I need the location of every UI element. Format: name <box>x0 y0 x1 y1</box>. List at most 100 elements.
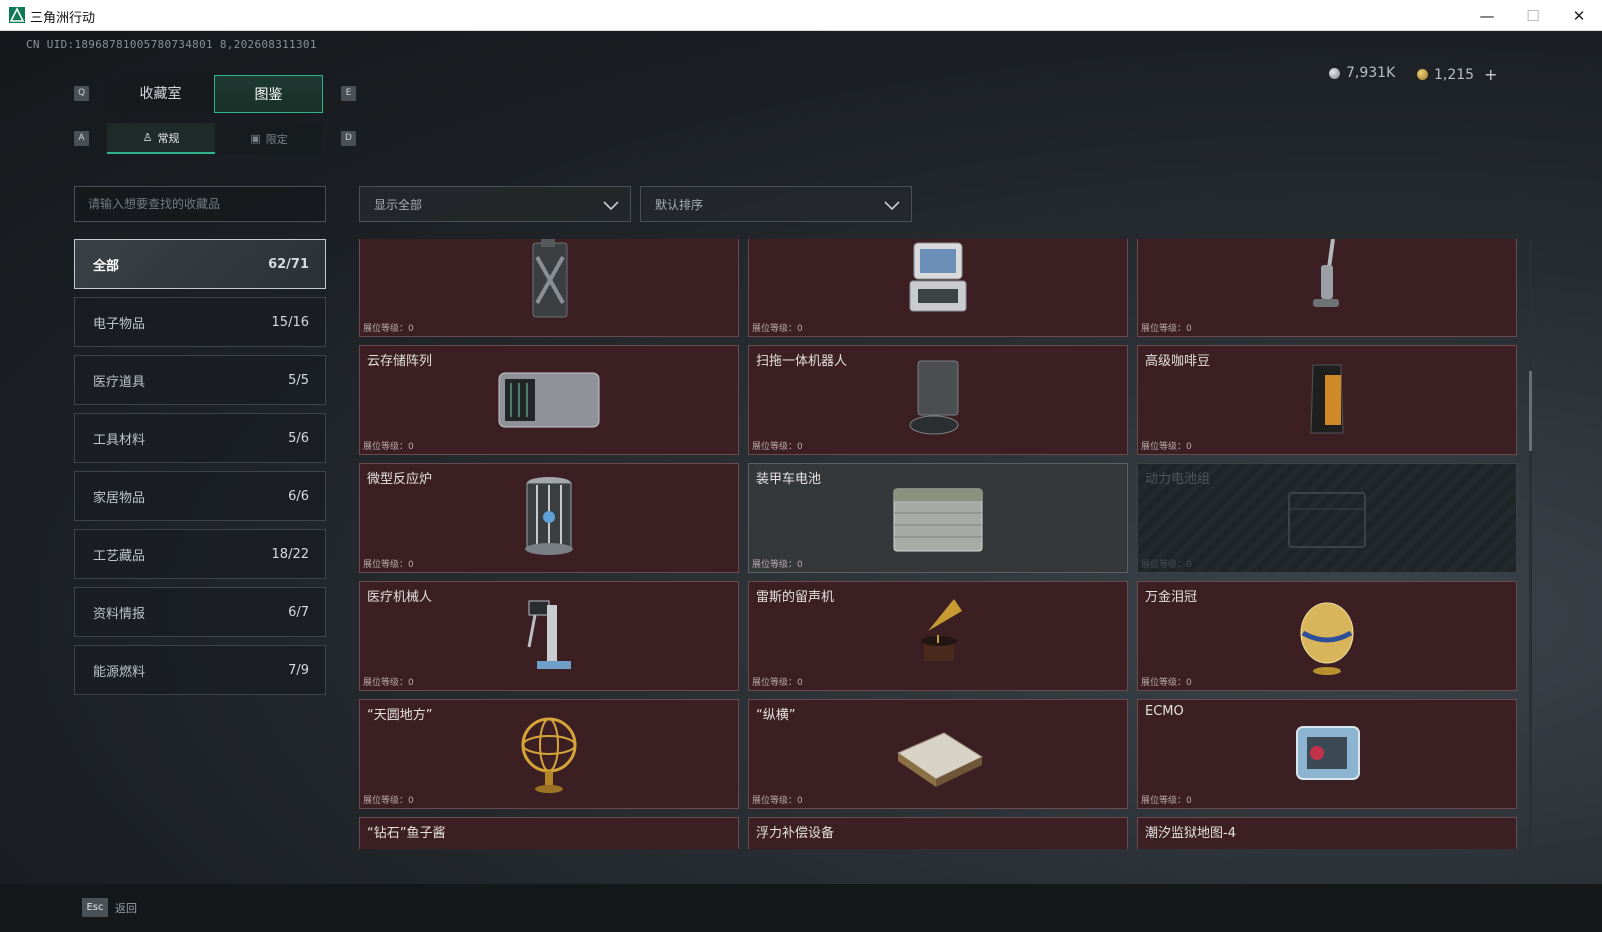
category-household[interactable]: 家居物品 6/6 <box>74 471 326 521</box>
display-level: 展位等级：0 <box>363 560 414 570</box>
window-titlebar: 三角洲行动 — ☐ ✕ <box>0 0 1602 31</box>
flask-icon: ♙ <box>142 131 153 144</box>
app-logo-icon <box>9 7 25 23</box>
item-name: 高级咖啡豆 <box>1145 354 1211 369</box>
tab-catalog[interactable]: 图鉴 <box>214 75 323 113</box>
item-card[interactable]: 展位等级：0 <box>1137 239 1517 337</box>
item-card[interactable]: 装甲车电池 展位等级：0 <box>748 463 1128 573</box>
category-electronics[interactable]: 电子物品 15/16 <box>74 297 326 347</box>
maximize-button[interactable]: ☐ <box>1510 0 1556 31</box>
category-label: 资料情报 <box>93 606 146 622</box>
item-card[interactable]: 潮汐监狱地图-4 展位等级：0 <box>1137 817 1517 849</box>
bcd-icon <box>878 827 998 849</box>
category-medical[interactable]: 医疗道具 5/5 <box>74 355 326 405</box>
silver-coin-icon <box>1329 67 1340 79</box>
filter-dropdown[interactable]: 显示全部 <box>359 186 631 222</box>
close-button[interactable]: ✕ <box>1556 0 1602 31</box>
jeweled-egg-icon <box>1267 591 1387 681</box>
bottom-bar: Esc 返回 <box>0 884 1602 932</box>
category-count: 15/16 <box>271 314 309 330</box>
display-level: 展位等级：0 <box>363 442 414 452</box>
category-all[interactable]: 全部 62/71 <box>74 239 326 289</box>
item-card[interactable]: 高级咖啡豆 展位等级：0 <box>1137 345 1517 455</box>
display-level: 展位等级：0 <box>752 796 803 806</box>
category-label: 全部 <box>93 258 120 274</box>
tab-collection-room[interactable]: 收藏室 <box>107 75 214 113</box>
category-label: 电子物品 <box>93 316 146 332</box>
main-tabs: 收藏室 图鉴 <box>107 75 323 113</box>
key-hint-e: E <box>341 86 356 101</box>
item-card[interactable]: ECMO 展位等级：0 <box>1137 699 1517 809</box>
item-card[interactable]: 云存储阵列 展位等级：0 <box>359 345 739 455</box>
category-tools[interactable]: 工具材料 5/6 <box>74 413 326 463</box>
item-name: “钻石”鱼子酱 <box>367 826 446 841</box>
mop-robot-icon <box>878 355 998 445</box>
display-level: 展位等级：0 <box>752 560 803 570</box>
back-button[interactable]: 返回 <box>115 900 137 916</box>
item-name: 万金泪冠 <box>1145 590 1198 605</box>
display-level: 展位等级：0 <box>363 678 414 688</box>
display-level: 展位等级：0 <box>752 442 803 452</box>
chess-board-icon <box>878 709 998 799</box>
sort-dropdown[interactable]: 默认排序 <box>640 186 912 222</box>
item-card[interactable]: 雷斯的留声机 展位等级：0 <box>748 581 1128 691</box>
item-card[interactable]: 动力电池组 展位等级：0 <box>1137 463 1517 573</box>
item-card[interactable]: 展位等级：0 <box>748 239 1128 337</box>
category-count: 5/6 <box>288 430 309 446</box>
esc-key-hint[interactable]: Esc <box>82 898 108 917</box>
battery-pack-icon <box>1267 473 1387 563</box>
display-level: 展位等级：0 <box>363 324 414 334</box>
item-name: “天圆地方” <box>367 708 433 723</box>
grid-scrollbar-thumb[interactable] <box>1529 371 1532 451</box>
category-count: 6/7 <box>288 604 309 620</box>
tab-limited-label: 限定 <box>265 132 288 146</box>
item-card[interactable]: “钻石”鱼子酱 展位等级：0 <box>359 817 739 849</box>
image-icon: ▣ <box>250 132 261 145</box>
display-level: 展位等级：0 <box>1141 324 1192 334</box>
gold-currency: 1,215 + <box>1417 65 1498 84</box>
tab-limited[interactable]: ▣ 限定 <box>215 123 323 154</box>
item-card[interactable]: 微型反应炉 展位等级：0 <box>359 463 739 573</box>
item-card[interactable]: 扫拖一体机器人 展位等级：0 <box>748 345 1128 455</box>
item-grid: 展位等级：0 展位等级：0 展位等级：0 云存储阵列 展位等级：0 扫拖一体机器… <box>359 239 1517 849</box>
category-count: 62/71 <box>268 256 309 272</box>
minimize-button[interactable]: — <box>1464 0 1510 31</box>
vacuum-cleaner-icon <box>1267 239 1387 327</box>
category-crafts[interactable]: 工艺藏品 18/22 <box>74 529 326 579</box>
jerrycan-icon <box>489 239 609 327</box>
silver-currency: 7,931K <box>1329 65 1395 81</box>
coffee-bag-icon <box>1267 355 1387 445</box>
item-card[interactable]: 展位等级：0 <box>359 239 739 337</box>
category-energy[interactable]: 能源燃料 7/9 <box>74 645 326 695</box>
item-card[interactable]: 医疗机械人 展位等级：0 <box>359 581 739 691</box>
item-name: 浮力补偿设备 <box>756 826 835 841</box>
item-name: 装甲车电池 <box>756 472 822 487</box>
storage-array-icon <box>489 355 609 445</box>
category-intel[interactable]: 资料情报 6/7 <box>74 587 326 637</box>
category-label: 能源燃料 <box>93 664 146 680</box>
display-level: 展位等级：0 <box>1141 678 1192 688</box>
key-hint-d: D <box>341 131 356 146</box>
item-name: ECMO <box>1145 704 1184 719</box>
add-currency-button[interactable]: + <box>1484 65 1497 84</box>
game-area: CN UID:18968781005780734801 8,2026083113… <box>0 31 1602 932</box>
filter-dropdown-value: 显示全部 <box>374 197 423 212</box>
category-label: 工具材料 <box>93 432 146 448</box>
medical-robot-icon <box>489 591 609 681</box>
item-card[interactable]: 万金泪冠 展位等级：0 <box>1137 581 1517 691</box>
gold-coin-icon <box>1417 69 1428 80</box>
ecmo-machine-icon <box>1267 709 1387 799</box>
search-input[interactable] <box>74 186 326 222</box>
category-count: 5/5 <box>288 372 309 388</box>
display-level: 展位等级：0 <box>1141 560 1192 570</box>
item-name: 扫拖一体机器人 <box>756 354 848 369</box>
item-name: 微型反应炉 <box>367 472 433 487</box>
tab-regular[interactable]: ♙ 常规 <box>107 123 215 154</box>
item-card[interactable]: “纵横” 展位等级：0 <box>748 699 1128 809</box>
item-card[interactable]: “天圆地方” 展位等级：0 <box>359 699 739 809</box>
item-name: 医疗机械人 <box>367 590 433 605</box>
grid-scrollbar[interactable] <box>1529 239 1532 849</box>
item-card[interactable]: 浮力补偿设备 展位等级：0 <box>748 817 1128 849</box>
tab-regular-label: 常规 <box>157 131 180 145</box>
category-label: 工艺藏品 <box>93 548 146 564</box>
